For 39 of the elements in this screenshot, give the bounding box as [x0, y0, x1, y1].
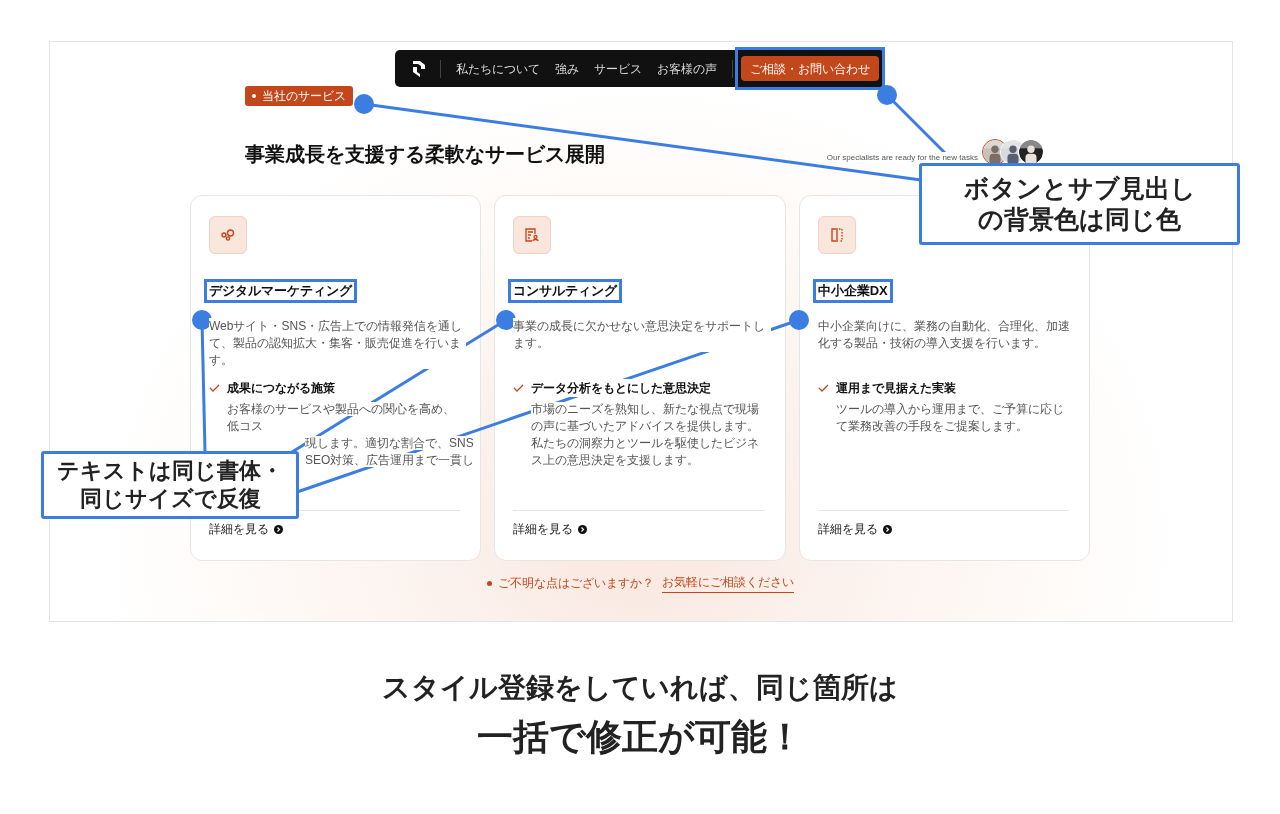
- question-text: ご不明な点はございますか？: [497, 575, 654, 592]
- details-link[interactable]: 詳細を見る: [817, 520, 892, 538]
- details-link[interactable]: 詳細を見る: [209, 520, 283, 538]
- card-title: デジタルマーケティング: [204, 279, 357, 303]
- feature-title: 成果につながる施策: [227, 378, 335, 397]
- badge-label: 当社のサービス: [262, 88, 346, 105]
- nav-link[interactable]: お客様の声: [657, 59, 717, 78]
- caption-headline: 一括で修正が可能！: [477, 715, 803, 759]
- consult-link[interactable]: お気軽にご相談ください: [661, 573, 794, 593]
- section-heading: 事業成長を支援する柔軟なサービス展開: [245, 142, 605, 167]
- callout-text: 同じサイズで反復: [79, 485, 261, 513]
- caption-text: スタイル登録をしていれば、同じ箇所は: [382, 671, 898, 705]
- arrow-circle-icon: [578, 524, 588, 534]
- card-detail: SEO対策、広告運用まで一貫し: [305, 453, 475, 467]
- feature-title: 運用まで見据えた実装: [835, 378, 956, 397]
- details-link[interactable]: 詳細を見る: [513, 520, 588, 538]
- split-icon: [830, 228, 843, 242]
- arrow-circle-icon: [274, 524, 283, 534]
- logo-icon: [413, 60, 425, 77]
- check-icon: [209, 383, 220, 392]
- check-icon: [817, 383, 829, 392]
- nav-link[interactable]: 私たちについて: [456, 59, 540, 78]
- card-description: Webサイト・SNS・広告上での情報発信を通して、製品の認知拡大・集客・販売促進を行います。: [209, 318, 467, 369]
- callout-text: の背景色は同じ色: [978, 204, 1181, 235]
- card-title: コンサルティング: [508, 279, 623, 303]
- feature-title: データ分析をもとにした意思決定: [531, 378, 712, 397]
- circles-icon: [221, 229, 235, 241]
- callout-text: テキストは同じ書体・: [57, 457, 283, 485]
- contact-button[interactable]: ご相談・お問い合わせ: [741, 56, 879, 82]
- card-title: 中小企業DX: [812, 279, 893, 303]
- nav-link[interactable]: 強み: [555, 59, 579, 78]
- callout-text: ボタンとサブ見出し: [963, 173, 1196, 204]
- document-icon: [525, 228, 540, 242]
- arrow-circle-icon: [882, 524, 892, 534]
- check-icon: [513, 383, 525, 392]
- nav-link[interactable]: サービス: [594, 59, 642, 78]
- card-description: 事業の成長に欠かせない意思決定をサポートします。: [513, 318, 771, 352]
- card-detail: 現します。適切な割合で、SNS: [305, 436, 474, 450]
- specialists-text: Our specialists are ready for the new tasks: [826, 152, 978, 164]
